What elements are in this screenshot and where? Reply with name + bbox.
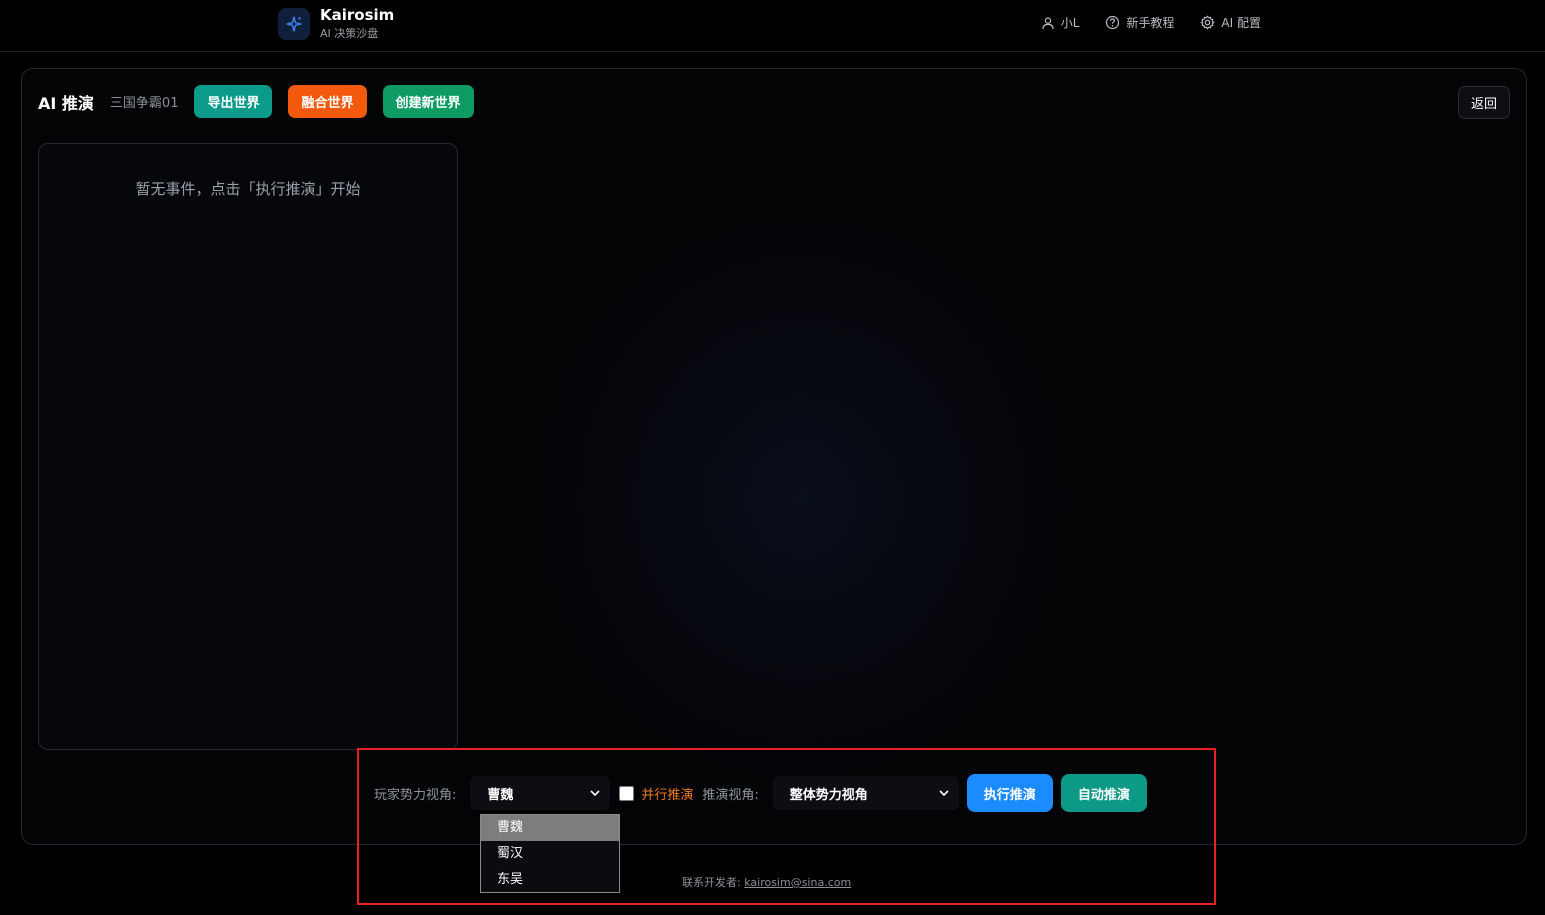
- top-bar: Kairosim AI 决策沙盘 小L 新手教程 AI 配置: [0, 0, 1545, 52]
- parallel-label[interactable]: 并行推演: [641, 784, 693, 803]
- faction-label: 玩家势力视角:: [374, 787, 457, 803]
- faction-option[interactable]: 曹魏: [481, 815, 619, 841]
- nav-tutorial[interactable]: 新手教程: [1105, 14, 1174, 31]
- event-panel[interactable]: 暂无事件，点击「执行推演」开始: [38, 143, 458, 750]
- view-label: 推演视角:: [702, 787, 759, 803]
- background-glow: [542, 219, 1062, 779]
- merge-world-button[interactable]: 融合世界: [288, 85, 367, 118]
- faction-option[interactable]: 蜀汉: [481, 841, 619, 867]
- event-empty-text: 暂无事件，点击「执行推演」开始: [135, 180, 361, 198]
- help-circle-icon: [1106, 15, 1120, 30]
- user-icon: [1042, 16, 1054, 29]
- export-world-button[interactable]: 导出世界: [194, 85, 273, 118]
- page-title: AI 推演: [38, 93, 94, 113]
- nav-user[interactable]: 小L: [1041, 14, 1080, 31]
- world-name: 三国争霸01: [109, 96, 179, 111]
- nav-ai-config[interactable]: AI 配置: [1200, 14, 1261, 31]
- nav-ai-config-label: AI 配置: [1221, 16, 1261, 30]
- top-nav: 小L 新手教程 AI 配置: [1015, 14, 1261, 31]
- faction-select-value: 曹魏: [487, 787, 514, 803]
- run-simulation-button[interactable]: 执行推演: [966, 774, 1053, 812]
- faction-select[interactable]: 曹魏: [470, 776, 611, 810]
- nav-tutorial-label: 新手教程: [1126, 16, 1175, 30]
- contact-email-link[interactable]: kairosim@sina.com: [744, 876, 851, 889]
- card-header: AI 推演 三国争霸01 导出世界 融合世界 创建新世界: [38, 85, 490, 118]
- view-select-value: 整体势力视角: [789, 787, 868, 803]
- gear-icon: [1201, 15, 1215, 30]
- footer: 联系开发者: kairosim@sina.com: [682, 874, 851, 890]
- auto-simulation-button[interactable]: 自动推演: [1060, 774, 1147, 812]
- view-select[interactable]: 整体势力视角: [772, 776, 959, 810]
- back-button[interactable]: 返回: [1457, 86, 1510, 119]
- app-subtitle: AI 决策沙盘: [320, 27, 379, 40]
- app-name: Kairosim: [320, 6, 395, 24]
- contact-label: 联系开发者:: [682, 876, 741, 889]
- control-bar: 玩家势力视角: 曹魏 并行推演 推演视角: 整体势力视角 执行推演 自动推演: [374, 774, 1147, 812]
- sparkle-icon: [278, 7, 310, 40]
- chevron-down-icon: [939, 790, 949, 796]
- nav-user-label: 小L: [1060, 16, 1080, 30]
- parallel-checkbox[interactable]: [619, 785, 635, 801]
- faction-option[interactable]: 东吴: [481, 867, 619, 893]
- create-world-button[interactable]: 创建新世界: [382, 85, 474, 118]
- faction-dropdown: 曹魏 蜀汉 东吴: [480, 814, 620, 893]
- brand[interactable]: Kairosim AI 决策沙盘: [278, 6, 394, 41]
- simulation-card: AI 推演 三国争霸01 导出世界 融合世界 创建新世界 返回 暂无事件，点击「…: [21, 68, 1527, 845]
- chevron-down-icon: [590, 790, 600, 796]
